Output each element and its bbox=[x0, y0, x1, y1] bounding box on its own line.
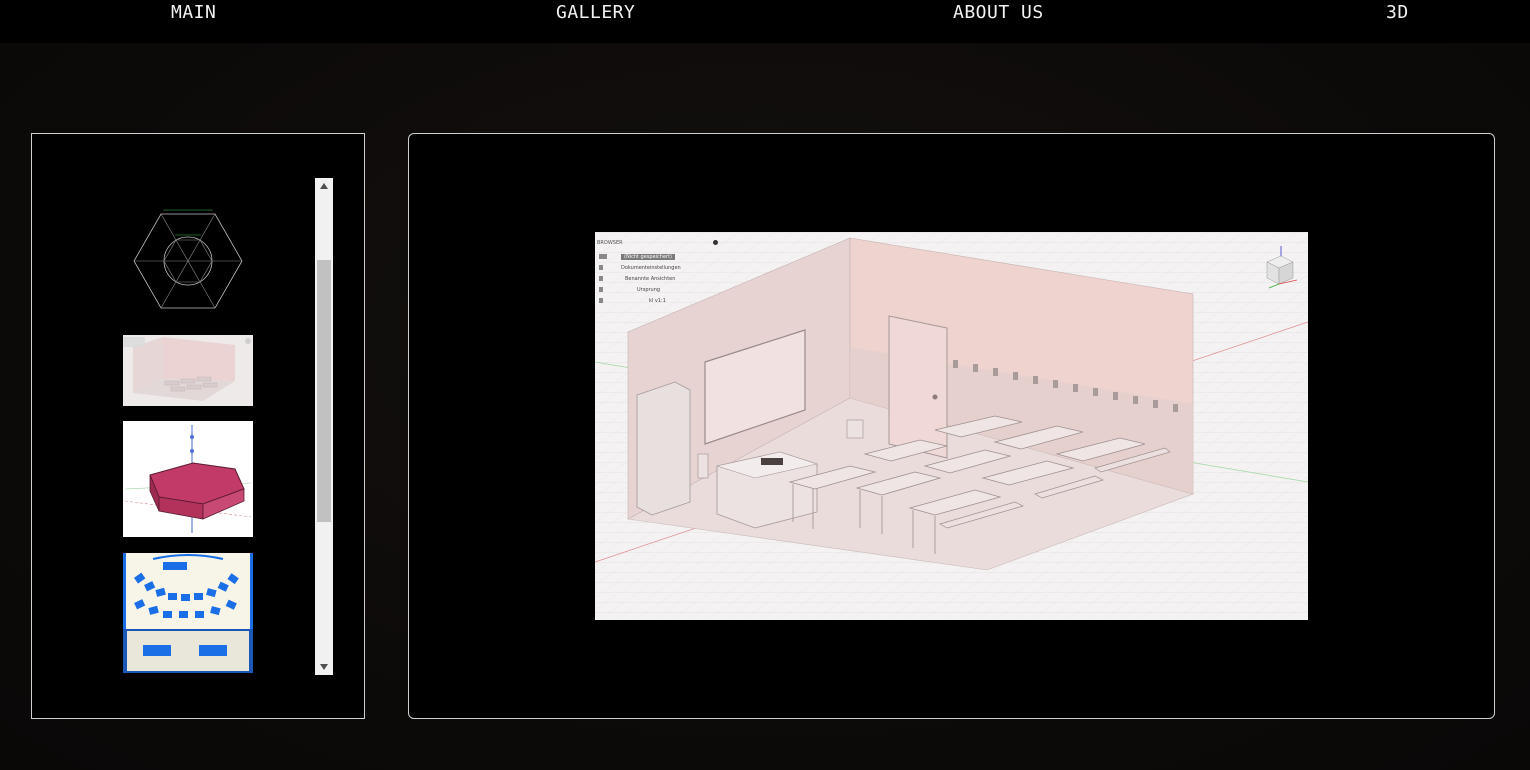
browser-row-document-settings[interactable]: Dokumenteinstellungen bbox=[599, 263, 681, 272]
scroll-down-arrow-icon[interactable] bbox=[315, 659, 333, 675]
nav-main-link[interactable]: MAIN bbox=[171, 2, 216, 23]
scroll-up-arrow-icon[interactable] bbox=[315, 178, 333, 194]
classroom-render-icon bbox=[123, 335, 253, 406]
nav-gallery-link[interactable]: GALLERY bbox=[556, 2, 635, 23]
browser-row-component[interactable]: kl v1:1 bbox=[599, 296, 666, 305]
expand-icon[interactable] bbox=[599, 276, 607, 281]
browser-row-document[interactable]: (Nicht gespeichert) bbox=[599, 252, 676, 261]
nav-about-us-link[interactable]: ABOUT US bbox=[953, 2, 1044, 23]
eye-icon[interactable] bbox=[599, 254, 607, 259]
thumbnail-hexagon-sketch[interactable] bbox=[123, 204, 253, 314]
expand-icon[interactable] bbox=[599, 298, 607, 303]
thumbnail-scrollbar[interactable] bbox=[315, 178, 333, 675]
seating-plan-icon bbox=[123, 553, 253, 673]
nav-3d-link[interactable]: 3D bbox=[1386, 2, 1409, 23]
thumbnail-classroom-render[interactable] bbox=[123, 335, 253, 406]
expand-icon[interactable] bbox=[599, 265, 607, 270]
classroom-3d-model-icon bbox=[595, 232, 1308, 620]
browser-row-named-views[interactable]: Benannte Ansichten bbox=[599, 274, 675, 283]
image-viewer-panel: BROWSER (Nicht gespeichert) Dokumenteins… bbox=[408, 133, 1495, 719]
browser-pin-icon[interactable] bbox=[713, 240, 718, 245]
browser-title: BROWSER bbox=[597, 240, 623, 246]
thumbnail-panel bbox=[31, 133, 365, 719]
top-navbar: MAIN GALLERY ABOUT US 3D bbox=[0, 0, 1530, 43]
scrollbar-thumb[interactable] bbox=[317, 260, 331, 522]
hexagon-sketch-icon bbox=[133, 209, 243, 309]
classroom-3d-render-image[interactable]: BROWSER (Nicht gespeichert) Dokumenteins… bbox=[595, 232, 1308, 620]
pink-hexagon-prism-icon bbox=[123, 421, 253, 537]
thumbnail-seating-plan[interactable] bbox=[123, 553, 253, 673]
thumbnail-hexagon-prism[interactable] bbox=[123, 421, 253, 537]
expand-icon[interactable] bbox=[599, 287, 607, 292]
browser-row-origin[interactable]: Ursprung bbox=[599, 285, 660, 294]
